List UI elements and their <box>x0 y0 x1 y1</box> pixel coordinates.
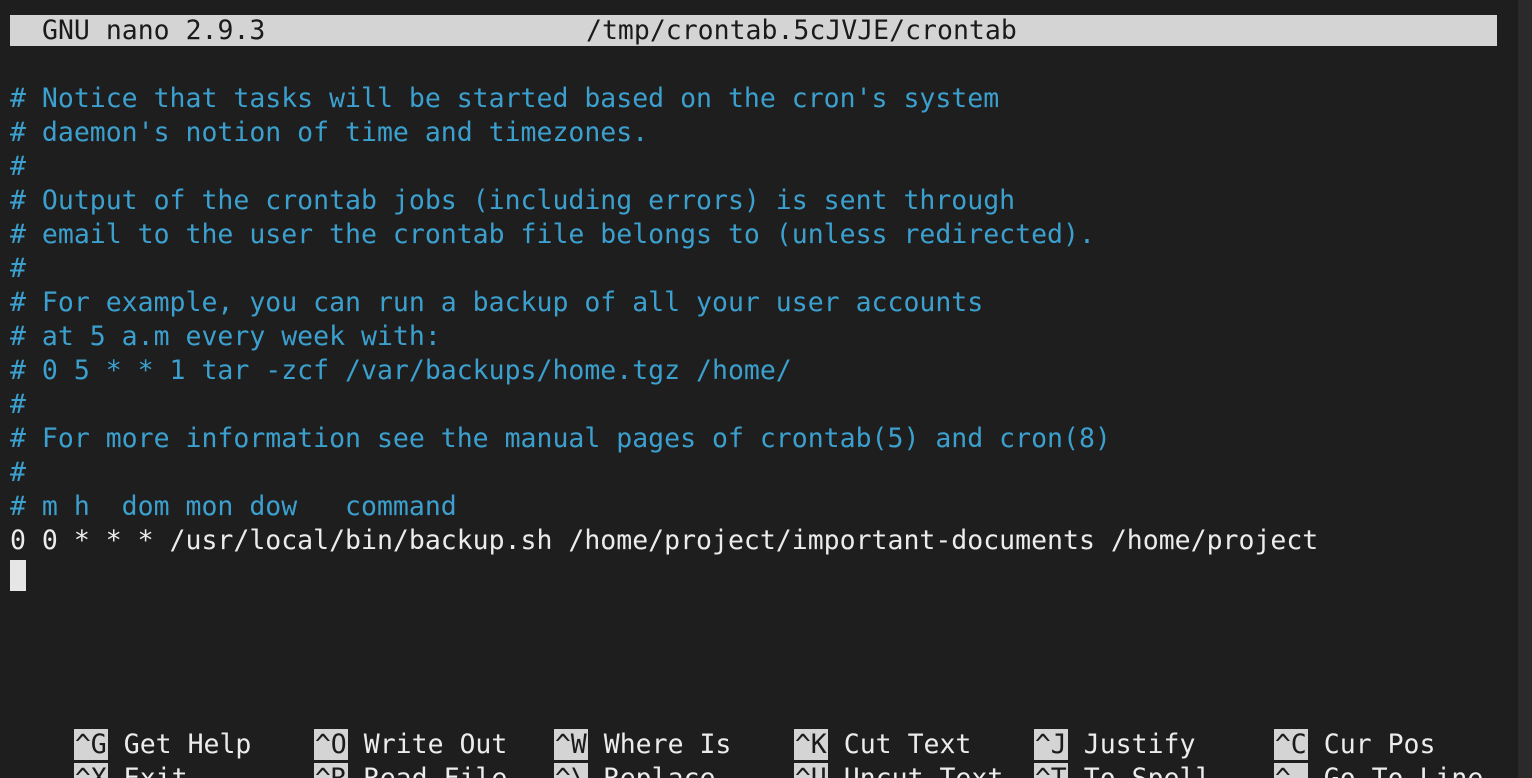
shortcut-key: ^\ <box>553 763 588 778</box>
editor-line-13[interactable]: # m h dom mon dow command <box>10 490 1510 524</box>
shortcut-key: ^R <box>313 763 348 778</box>
editor-line-9[interactable]: # 0 5 * * 1 tar -zcf /var/backups/home.t… <box>10 354 1510 388</box>
shortcut-key: ^U <box>793 763 828 778</box>
editor-area[interactable]: # Notice that tasks will be started base… <box>10 82 1510 592</box>
shortcut-label: Go To Line <box>1324 762 1484 778</box>
shortcut-exit[interactable]: ^X Exit <box>10 728 188 778</box>
shortcut-label: Exit <box>124 762 188 778</box>
editor-line-10[interactable]: # <box>10 388 1510 422</box>
shortcut-write-out[interactable]: ^O Write Out <box>250 694 507 760</box>
editor-line-11[interactable]: # For more information see the manual pa… <box>10 422 1510 456</box>
shortcut-cur-pos[interactable]: ^C Cur Pos <box>1210 694 1435 760</box>
editor-line-1[interactable]: # Notice that tasks will be started base… <box>10 82 1510 116</box>
shortcut-go-to-line[interactable]: ^_ Go To Line <box>1210 728 1483 778</box>
editor-line-15[interactable] <box>10 558 1510 592</box>
editor-line-4[interactable]: # Output of the crontab jobs (including … <box>10 184 1510 218</box>
shortcut-to-spell[interactable]: ^T To Spell <box>970 728 1211 778</box>
shortcut-justify[interactable]: ^J Justify <box>970 694 1195 760</box>
editor-line-2[interactable]: # daemon's notion of time and timezones. <box>10 116 1510 150</box>
editor-line-14[interactable]: 0 0 * * * /usr/local/bin/backup.sh /home… <box>10 524 1510 558</box>
nano-titlebar: GNU nano 2.9.3 /tmp/crontab.5cJVJE/cront… <box>10 15 1497 46</box>
shortcut-key: ^T <box>1033 763 1068 778</box>
shortcut-read-file[interactable]: ^R Read File <box>250 728 507 778</box>
app-version: GNU nano 2.9.3 <box>42 15 266 46</box>
editor-line-7[interactable]: # For example, you can run a backup of a… <box>10 286 1510 320</box>
shortcut-label: Replace <box>604 762 716 778</box>
shortcut-label: Read File <box>364 762 508 778</box>
editor-line-6[interactable]: # <box>10 252 1510 286</box>
text-cursor <box>10 560 26 591</box>
shortcut-key: ^X <box>73 763 108 778</box>
shortcut-where-is[interactable]: ^W Where Is <box>490 694 731 760</box>
shortcut-label: To Spell <box>1084 762 1212 778</box>
shortcut-cut-text[interactable]: ^K Cut Text <box>730 694 971 760</box>
shortcut-uncut-text[interactable]: ^UUncut Text <box>730 728 1003 778</box>
editor-line-3[interactable]: # <box>10 150 1510 184</box>
shortcut-bar: ^G Get Help ^O Write Out ^W Where Is ^K Cut … <box>10 694 1510 778</box>
shortcut-get-help[interactable]: ^G Get Help <box>10 694 251 760</box>
editor-line-12[interactable]: # <box>10 456 1510 490</box>
shortcut-key: ^_ <box>1273 763 1308 778</box>
terminal-scrollbar[interactable] <box>1518 0 1532 778</box>
shortcut-replace[interactable]: ^\ Replace <box>490 728 715 778</box>
editor-line-5[interactable]: # email to the user the crontab file bel… <box>10 218 1510 252</box>
file-name: /tmp/crontab.5cJVJE/crontab <box>586 15 1017 46</box>
editor-line-8[interactable]: # at 5 a.m every week with: <box>10 320 1510 354</box>
